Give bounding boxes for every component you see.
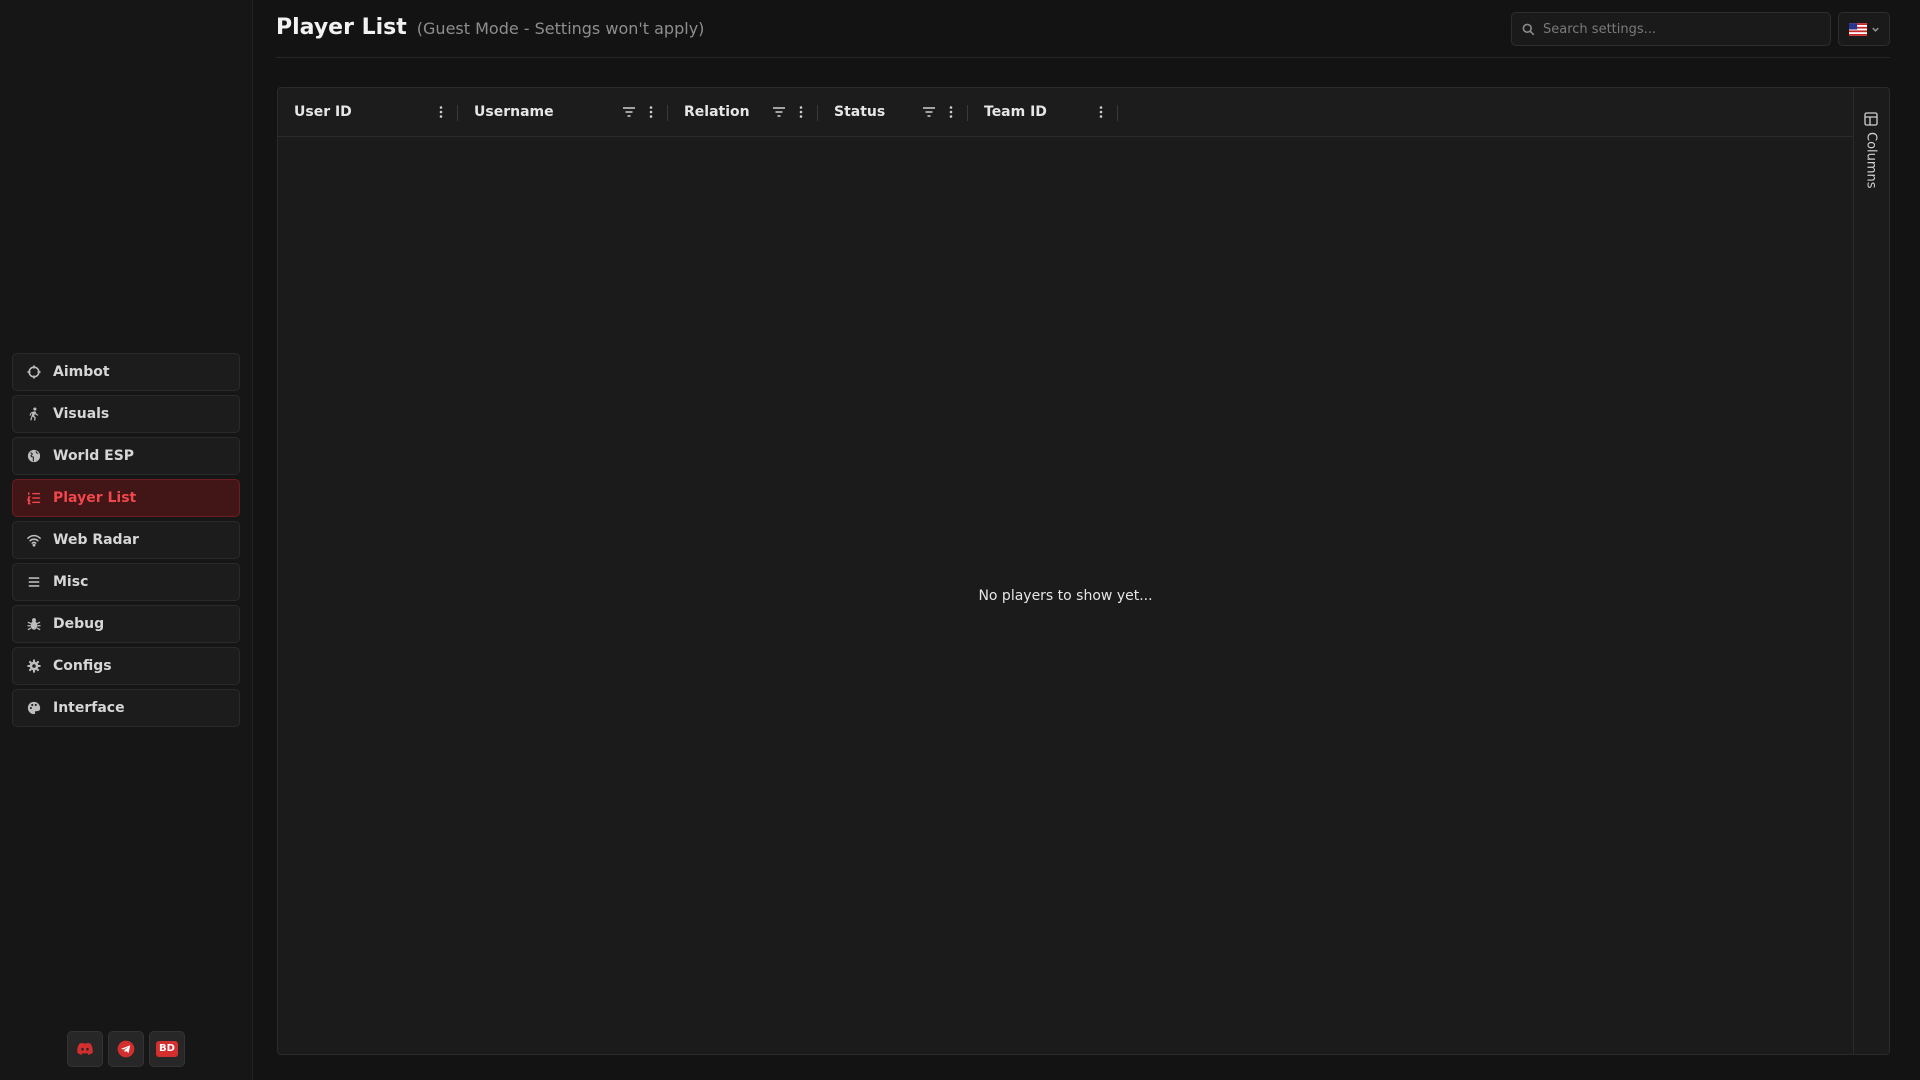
sidebar-item-label: Player List <box>53 490 137 506</box>
columns-label: Columns <box>1863 132 1879 189</box>
bd-button[interactable]: BD <box>149 1031 185 1067</box>
column-header-relation[interactable]: Relation <box>668 88 818 136</box>
player-table-panel: User ID Username Relation Status Team ID… <box>277 87 1890 1055</box>
table-header-row: User ID Username Relation Status Team ID <box>278 88 1853 137</box>
sidebar: Aimbot Visuals World ESP Player List Web… <box>0 0 253 1080</box>
sidebar-item-misc[interactable]: Misc <box>12 563 240 601</box>
player-table: User ID Username Relation Status Team ID… <box>278 88 1854 1054</box>
kebab-menu-icon[interactable] <box>1094 105 1108 119</box>
column-label: Relation <box>684 104 750 120</box>
empty-state: No players to show yet... <box>278 138 1853 1054</box>
menu-icon <box>27 575 41 589</box>
column-label: Username <box>474 104 554 120</box>
sidebar-item-label: Visuals <box>53 406 110 422</box>
filter-icon[interactable] <box>922 105 936 119</box>
chevron-down-icon <box>1871 25 1880 34</box>
telegram-button[interactable] <box>108 1031 144 1067</box>
column-header-team-id[interactable]: Team ID <box>968 88 1118 136</box>
columns-icon <box>1864 112 1878 132</box>
column-header-user-id[interactable]: User ID <box>278 88 458 136</box>
discord-button[interactable] <box>67 1031 103 1067</box>
column-label: Team ID <box>984 104 1047 120</box>
kebab-menu-icon[interactable] <box>434 105 448 119</box>
page-subtitle: (Guest Mode - Settings won't apply) <box>416 19 705 38</box>
kebab-menu-icon[interactable] <box>944 105 958 119</box>
sidebar-item-web-radar[interactable]: Web Radar <box>12 521 240 559</box>
sidebar-item-label: Interface <box>53 700 125 716</box>
sidebar-item-world-esp[interactable]: World ESP <box>12 437 240 475</box>
sidebar-item-aimbot[interactable]: Aimbot <box>12 353 240 391</box>
bug-icon <box>27 617 41 631</box>
search-box <box>1511 12 1831 46</box>
running-person-icon <box>27 407 41 421</box>
kebab-menu-icon[interactable] <box>794 105 808 119</box>
bd-badge: BD <box>156 1041 178 1057</box>
sidebar-item-label: Configs <box>53 658 112 674</box>
globe-icon <box>27 449 41 463</box>
sidebar-item-label: Misc <box>53 574 89 590</box>
filter-icon[interactable] <box>622 105 636 119</box>
sidebar-item-label: Web Radar <box>53 532 139 548</box>
telegram-icon <box>116 1039 136 1059</box>
column-resize-handle[interactable] <box>1117 105 1118 121</box>
app-root: Aimbot Visuals World ESP Player List Web… <box>0 0 1920 1080</box>
column-header-status[interactable]: Status <box>818 88 968 136</box>
sidebar-item-player-list[interactable]: Player List <box>12 479 240 517</box>
page-header: Player List (Guest Mode - Settings won't… <box>276 0 1890 58</box>
filter-icon[interactable] <box>772 105 786 119</box>
sidebar-item-label: Aimbot <box>53 364 110 380</box>
social-links: BD <box>67 1031 185 1067</box>
empty-state-message: No players to show yet... <box>978 588 1153 604</box>
columns-panel-toggle[interactable]: Columns <box>1853 88 1889 1054</box>
sidebar-item-label: Debug <box>53 616 105 632</box>
sidebar-item-configs[interactable]: Configs <box>12 647 240 685</box>
sidebar-item-interface[interactable]: Interface <box>12 689 240 727</box>
sidebar-nav: Aimbot Visuals World ESP Player List Web… <box>12 353 240 731</box>
language-selector[interactable] <box>1838 12 1890 46</box>
list-ordered-icon <box>27 491 41 505</box>
page-title: Player List <box>276 15 407 40</box>
sidebar-item-debug[interactable]: Debug <box>12 605 240 643</box>
search-input[interactable] <box>1543 21 1820 37</box>
kebab-menu-icon[interactable] <box>644 105 658 119</box>
column-label: User ID <box>294 104 352 120</box>
sidebar-item-visuals[interactable]: Visuals <box>12 395 240 433</box>
us-flag-icon <box>1848 22 1867 36</box>
sidebar-item-label: World ESP <box>53 448 135 464</box>
palette-icon <box>27 701 41 715</box>
crosshair-icon <box>27 365 41 379</box>
search-icon <box>1522 23 1543 36</box>
gear-icon <box>27 659 41 673</box>
column-label: Status <box>834 104 886 120</box>
discord-icon <box>75 1039 95 1059</box>
wifi-icon <box>27 533 41 547</box>
column-header-username[interactable]: Username <box>458 88 668 136</box>
